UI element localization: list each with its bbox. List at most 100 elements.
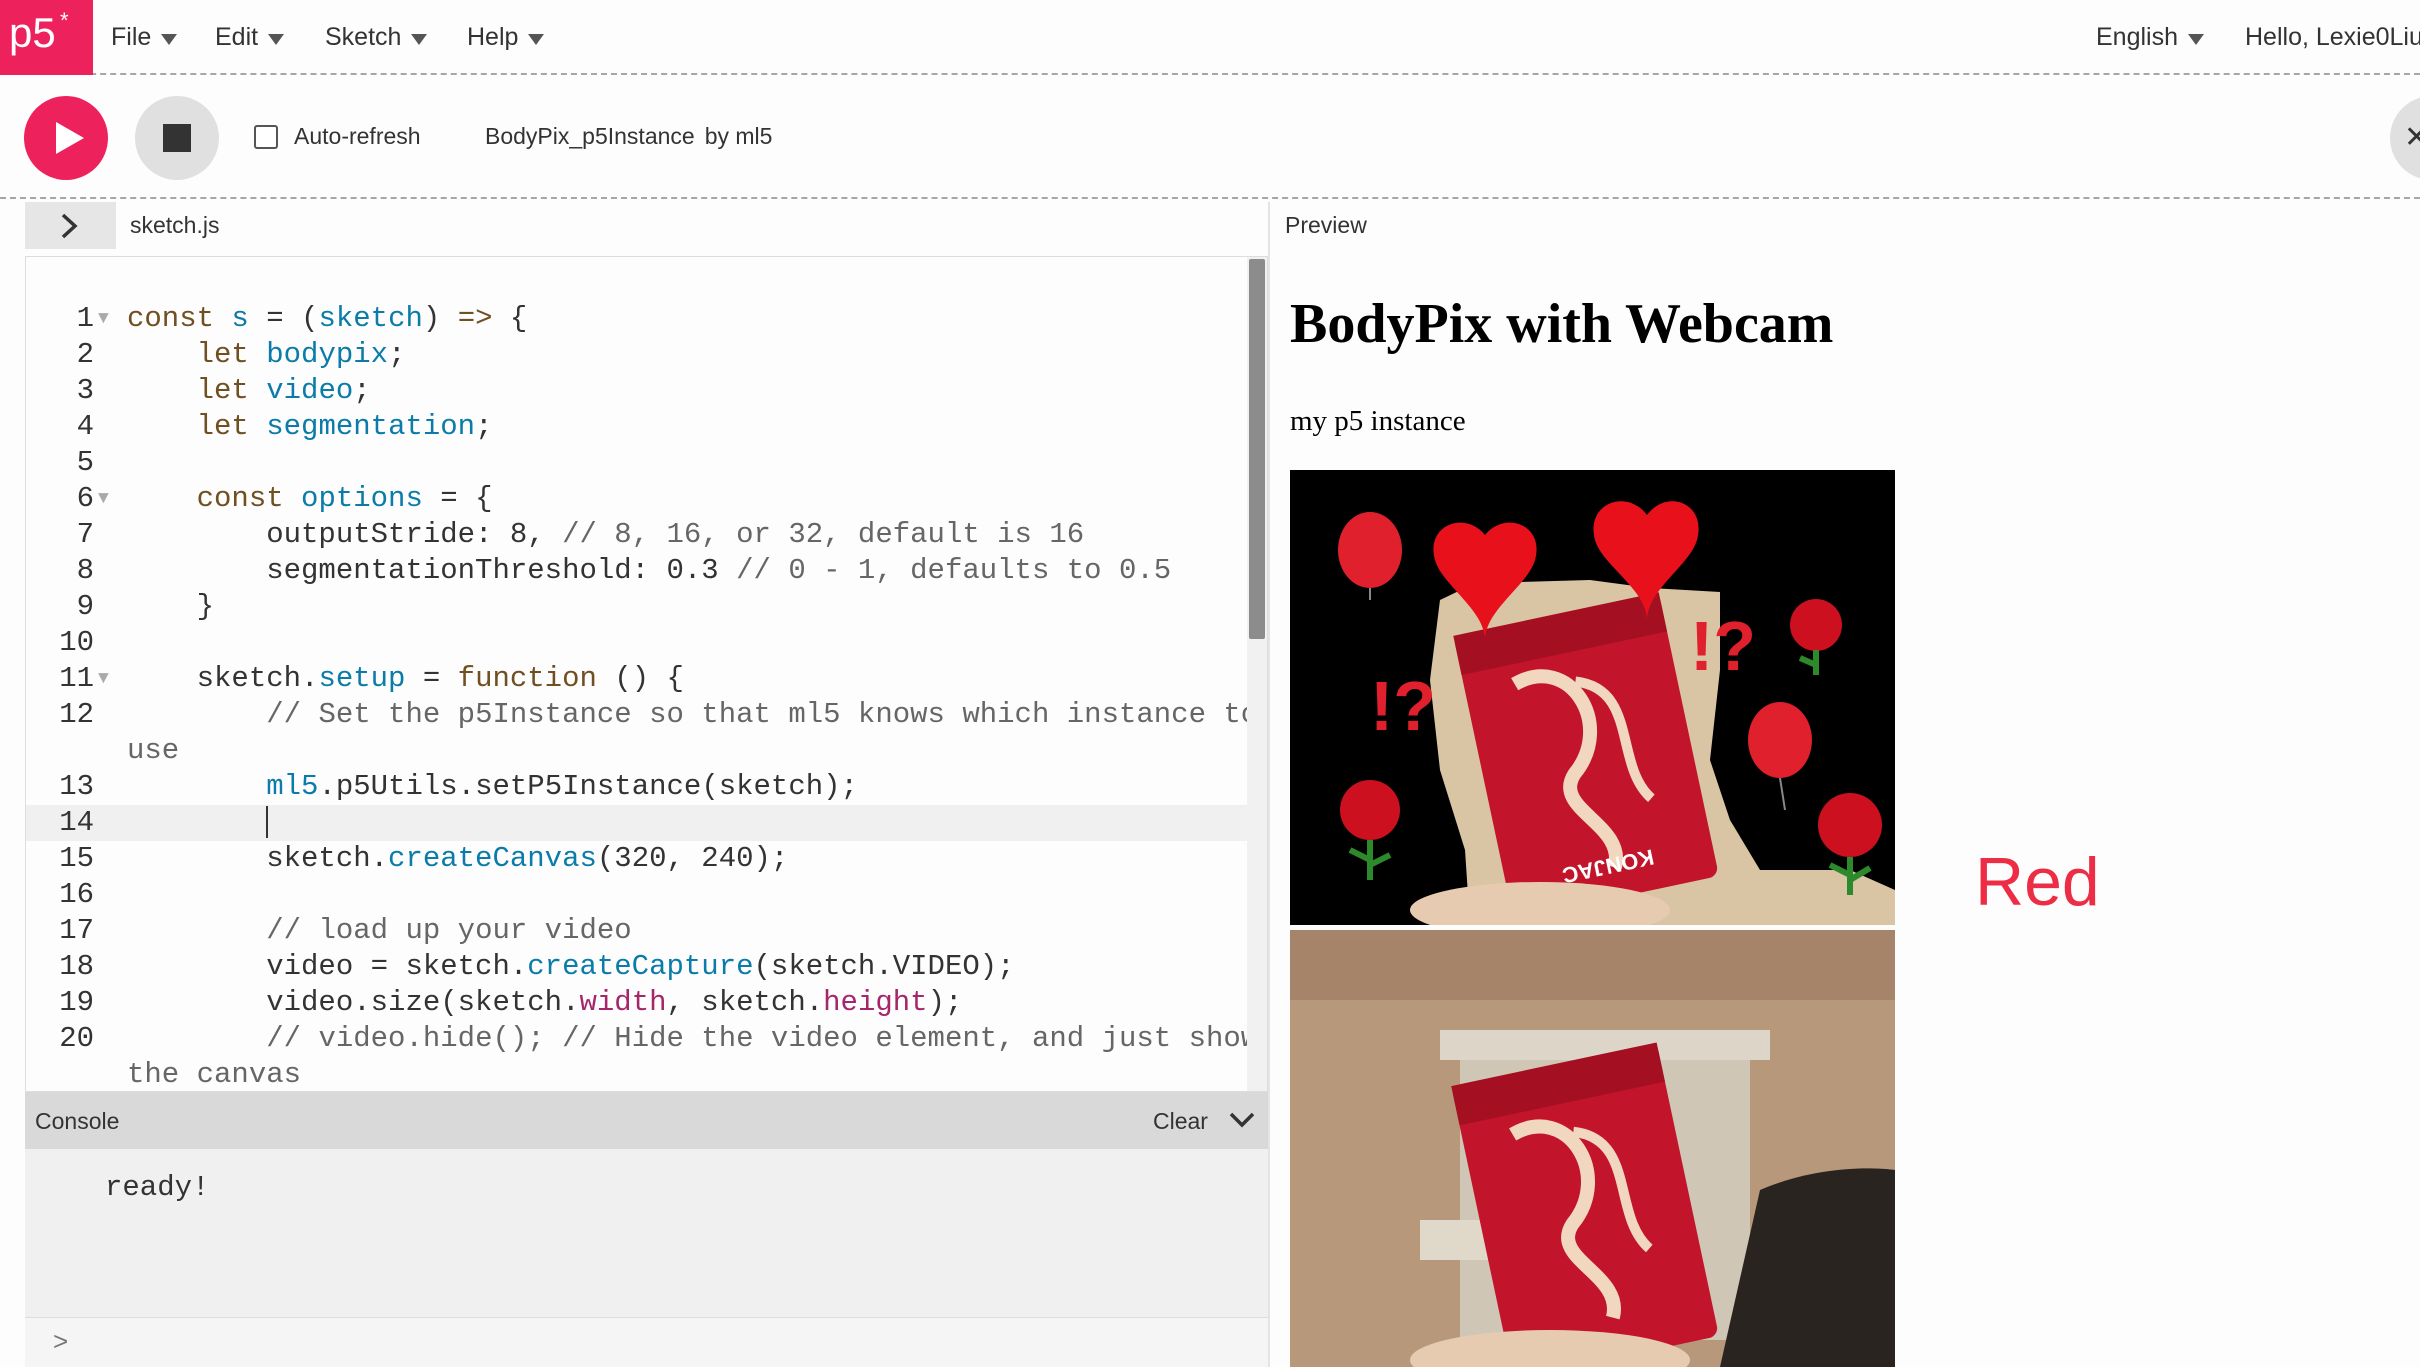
code-text: // load up your video xyxy=(127,913,631,949)
code-token: // video.hide(); // Hide the video eleme… xyxy=(266,1022,1259,1055)
code-line[interactable]: 19 video.size(sketch.width, sketch.heigh… xyxy=(26,985,1248,1021)
user-greeting: Hello, Lexie0Liu xyxy=(2245,23,2420,51)
code-line[interactable]: 2 let bodypix; xyxy=(26,337,1248,373)
editor-scroll-thumb[interactable] xyxy=(1249,259,1265,639)
logo-text: p5 xyxy=(9,9,56,56)
code-token: ml5 xyxy=(266,770,319,803)
fold-arrow-icon[interactable]: ▼ xyxy=(98,301,109,337)
code-token: video = sketch. xyxy=(127,950,528,983)
webcam-video xyxy=(1290,930,1895,1367)
play-button[interactable] xyxy=(24,96,108,180)
fold-arrow-icon[interactable]: ▼ xyxy=(98,661,109,697)
code-line[interactable]: the canvas xyxy=(26,1057,1248,1091)
project-name[interactable]: BodyPix_p5Instance xyxy=(485,123,695,149)
code-line[interactable]: 10 xyxy=(26,625,1248,661)
code-token: outputStride: 8, xyxy=(127,518,563,551)
project-owner[interactable]: by ml5 xyxy=(705,123,773,149)
code-text: outputStride: 8, // 8, 16, or 32, defaul… xyxy=(127,517,1084,553)
code-line[interactable]: 15 sketch.createCanvas(320, 240); xyxy=(26,841,1248,877)
code-text: the canvas xyxy=(127,1057,302,1091)
code-line[interactable]: 12 // Set the p5Instance so that ml5 kno… xyxy=(26,697,1258,733)
language-menu[interactable]: English xyxy=(2096,0,2204,75)
line-number: 19 xyxy=(59,986,94,1019)
console-clear-button[interactable]: Clear xyxy=(1153,1108,1208,1135)
text-cursor xyxy=(266,806,269,839)
line-number: 10 xyxy=(59,626,94,659)
user-menu[interactable]: Hello, Lexie0Liu xyxy=(2245,0,2420,75)
code-text: const s = (sketch) => { xyxy=(127,301,527,337)
code-token: const xyxy=(127,302,232,335)
line-number: 13 xyxy=(59,770,94,803)
code-text: segmentationThreshold: 0.3 // 0 - 1, def… xyxy=(127,553,1171,589)
code-text: const options = { xyxy=(127,481,493,517)
p5-logo[interactable]: p5 * xyxy=(0,0,93,75)
code-token: video.size(sketch. xyxy=(127,986,580,1019)
auto-refresh-checkbox[interactable] xyxy=(254,124,278,149)
segmentation-result-label: Red xyxy=(1975,844,2100,920)
code-line[interactable]: 16 xyxy=(26,877,1248,913)
code-token: segmentationThreshold: 0.3 xyxy=(127,554,737,587)
line-number: 18 xyxy=(59,950,94,983)
code-token: // Set the p5Instance so that ml5 knows … xyxy=(266,698,1259,731)
settings-button[interactable]: ✕ xyxy=(2390,96,2420,180)
code-editor[interactable]: 1 ▼ const s = (sketch) => {2 let bodypix; 3… xyxy=(25,256,1268,1092)
code-line[interactable]: 11 ▼ sketch.setup = function () { xyxy=(26,661,1248,697)
code-line[interactable]: use xyxy=(26,733,1248,769)
sketch-canvas[interactable]: KONJAC !? !? xyxy=(1290,470,1895,925)
line-number: 16 xyxy=(59,878,94,911)
code-token: ; xyxy=(475,410,493,443)
chevron-down-icon xyxy=(528,34,545,45)
code-token: segmentation xyxy=(266,410,476,443)
edit-menu-label: Edit xyxy=(215,23,259,51)
code-token: () { xyxy=(596,662,684,695)
code-token: the canvas xyxy=(127,1058,302,1091)
pane-divider[interactable] xyxy=(1268,202,1270,1367)
edit-menu[interactable]: Edit xyxy=(215,0,285,75)
code-text: let bodypix; xyxy=(127,337,406,373)
auto-refresh-label: Auto-refresh xyxy=(294,123,421,149)
code-token: let xyxy=(196,374,267,407)
line-number: 2 xyxy=(76,338,94,371)
code-line[interactable]: 4 let segmentation; xyxy=(26,409,1248,445)
code-token: ; xyxy=(353,374,371,407)
code-line[interactable]: 1 ▼ const s = (sketch) => { xyxy=(26,301,1248,337)
line-number: 17 xyxy=(59,914,94,947)
file-tab-sketch-js[interactable]: sketch.js xyxy=(130,212,219,239)
fold-arrow-icon[interactable]: ▼ xyxy=(98,481,109,517)
editor-scrollbar[interactable] xyxy=(1247,257,1267,1091)
stop-button[interactable] xyxy=(135,96,219,180)
help-menu[interactable]: Help xyxy=(467,0,545,75)
code-line[interactable]: 6 ▼ const options = { xyxy=(26,481,1248,517)
line-number: 6 xyxy=(76,482,94,515)
svg-text:!?: !? xyxy=(1690,607,1756,685)
console-header: Console Clear xyxy=(25,1092,1268,1149)
code-text: } xyxy=(127,589,214,625)
code-line[interactable]: 17 // load up your video xyxy=(26,913,1248,949)
code-line[interactable]: 9 } xyxy=(26,589,1248,625)
line-number: 20 xyxy=(59,1022,94,1055)
file-menu[interactable]: File xyxy=(111,0,178,75)
code-line[interactable]: 13 ml5.p5Utils.setP5Instance(sketch); xyxy=(26,769,1248,805)
code-token: = xyxy=(405,662,458,695)
code-line[interactable]: 3 let video; xyxy=(26,373,1248,409)
code-token: createCanvas xyxy=(388,842,597,875)
chevron-down-icon[interactable] xyxy=(1228,1106,1256,1134)
console-input[interactable]: > xyxy=(25,1317,1268,1367)
code-line[interactable]: 7 outputStride: 8, // 8, 16, or 32, defa… xyxy=(26,517,1248,553)
line-number: 14 xyxy=(59,806,94,839)
code-line[interactable]: 14 xyxy=(26,805,1248,841)
code-token: // 0 - 1, defaults to 0.5 xyxy=(736,554,1172,587)
svg-text:!?: !? xyxy=(1370,667,1436,745)
sketch-menu[interactable]: Sketch xyxy=(325,0,428,75)
code-text: sketch.setup = function () { xyxy=(127,661,684,697)
code-line[interactable]: 5 xyxy=(26,445,1248,481)
code-lines[interactable]: 1 ▼ const s = (sketch) => {2 let bodypix; 3… xyxy=(26,301,1258,1091)
code-line[interactable]: 20 // video.hide(); // Hide the video el… xyxy=(26,1021,1258,1057)
code-line[interactable]: 8 segmentationThreshold: 0.3 // 0 - 1, d… xyxy=(26,553,1248,589)
sidebar-toggle-button[interactable] xyxy=(25,202,116,249)
auto-refresh-toggle[interactable]: Auto-refresh xyxy=(254,123,421,150)
code-line[interactable]: 18 video = sketch.createCapture(sketch.V… xyxy=(26,949,1248,985)
